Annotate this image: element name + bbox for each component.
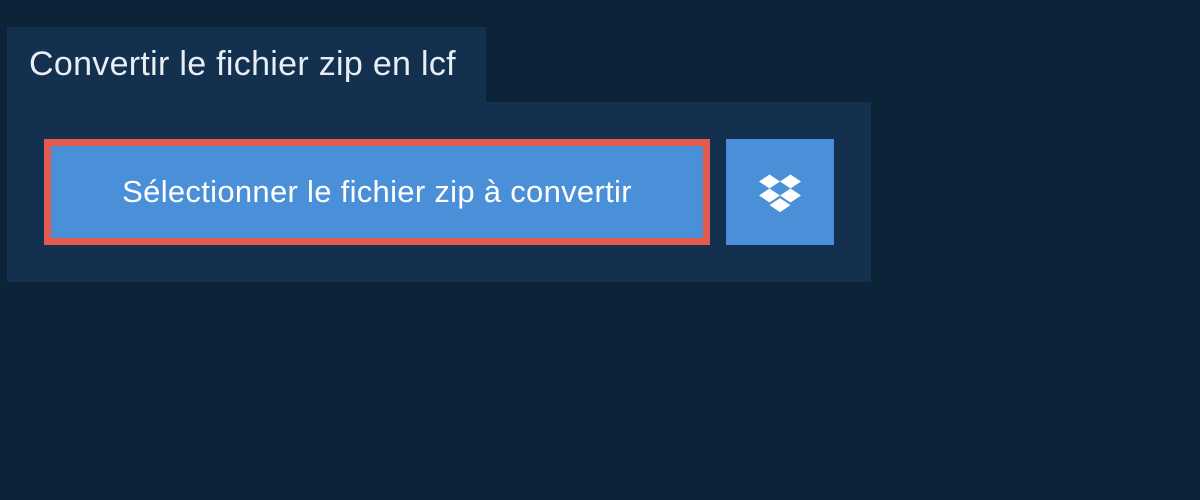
select-file-button[interactable]: Sélectionner le fichier zip à convertir bbox=[44, 139, 710, 245]
dropbox-button[interactable] bbox=[726, 139, 834, 245]
button-row: Sélectionner le fichier zip à convertir bbox=[44, 139, 834, 245]
select-file-label: Sélectionner le fichier zip à convertir bbox=[122, 174, 632, 210]
conversion-panel: Sélectionner le fichier zip à convertir bbox=[7, 102, 871, 282]
dropbox-icon bbox=[759, 171, 801, 213]
page-title-bar: Convertir le fichier zip en lcf bbox=[7, 27, 486, 102]
page-title: Convertir le fichier zip en lcf bbox=[29, 45, 456, 84]
